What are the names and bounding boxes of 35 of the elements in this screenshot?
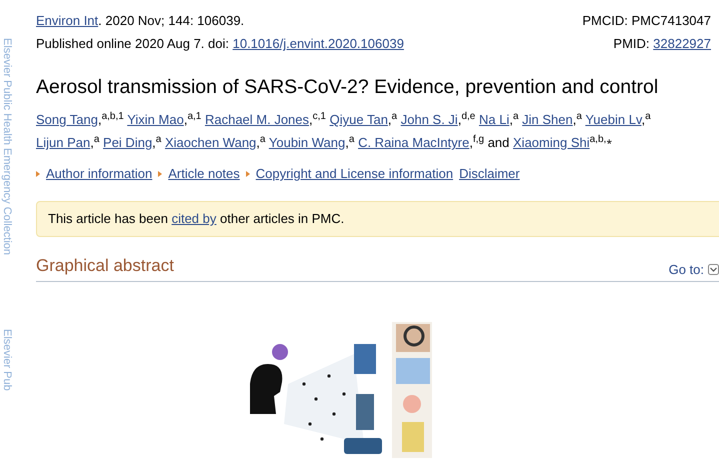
- author-link[interactable]: Xiaoming Shi: [513, 135, 590, 150]
- author-link[interactable]: Yuebin Lv: [585, 112, 642, 127]
- author-link[interactable]: Youbin Wang: [268, 135, 346, 150]
- expander-link[interactable]: Article notes: [168, 165, 240, 182]
- cited-by-link[interactable]: cited by: [172, 211, 216, 226]
- disclaimer-link[interactable]: Disclaimer: [459, 165, 520, 182]
- expander-link[interactable]: Copyright and License information: [256, 165, 454, 182]
- citation-notice: This article has been cited by other articles in PMC.: [36, 201, 719, 237]
- goto-label[interactable]: Go to:: [668, 262, 704, 277]
- author-link[interactable]: Xiaochen Wang: [164, 135, 256, 150]
- dropdown-icon[interactable]: [708, 264, 719, 275]
- pmid-link[interactable]: 32822927: [653, 36, 711, 51]
- caret-icon[interactable]: [246, 170, 250, 176]
- doi-link[interactable]: 10.1016/j.envint.2020.106039: [232, 36, 404, 51]
- author-link[interactable]: Lijun Pan: [36, 135, 90, 150]
- journal-link[interactable]: Environ Int: [36, 13, 98, 28]
- author-link[interactable]: Jin Shen: [522, 112, 573, 127]
- author-link[interactable]: Na Li: [478, 112, 510, 127]
- caret-icon[interactable]: [36, 170, 40, 176]
- section-heading: Graphical abstract: [36, 255, 174, 277]
- author-link[interactable]: Pei Ding: [103, 135, 152, 150]
- expander-link[interactable]: Author information: [46, 165, 152, 182]
- author-link[interactable]: John S. Ji: [400, 112, 458, 127]
- pmid-text: PMID: 32822927: [613, 35, 711, 52]
- author-link[interactable]: Rachael M. Jones: [204, 112, 310, 127]
- article-title: Aerosol transmission of SARS-CoV-2? Evidence, prevention and control: [36, 75, 660, 99]
- pmcid-text: PMCID: PMC7413047: [582, 12, 711, 29]
- author-link[interactable]: C. Raina MacIntyre: [358, 135, 470, 150]
- caret-icon[interactable]: [158, 170, 162, 176]
- citation-text: Environ Int. 2020 Nov; 144: 106039.: [36, 12, 244, 29]
- author-link[interactable]: Qiyue Tan: [330, 112, 388, 127]
- author-link[interactable]: Yixin Mao: [127, 112, 184, 127]
- author-link[interactable]: Song Tang: [36, 112, 98, 127]
- author-list: Song Tang,$^{a,b,1}$ Yixin Mao,$^{a,1}$ Rachael M. Jones,$^{c,1}$ Qiyue Tan,$^{a}$ John S. Ji,$^{d,e}$ Na Li,$^{a}$ Jin Shen,$^{a}$ Yuebin Lv,$^{a}$ Lijun Pan,$^{a}$ Pei Ding,$^{a}$ Xiaochen Wang,$^{a}$ Youbin Wang,$^{a}$ C. Raina MacIntyre,$^{f,g}$ and Xiaoming Shi$^{a,b,⁎}$: [36, 108, 711, 154]
- publication-text: Published online 2020 Aug 7. doi: 10.1016/j.envint.2020.106039: [36, 35, 404, 52]
